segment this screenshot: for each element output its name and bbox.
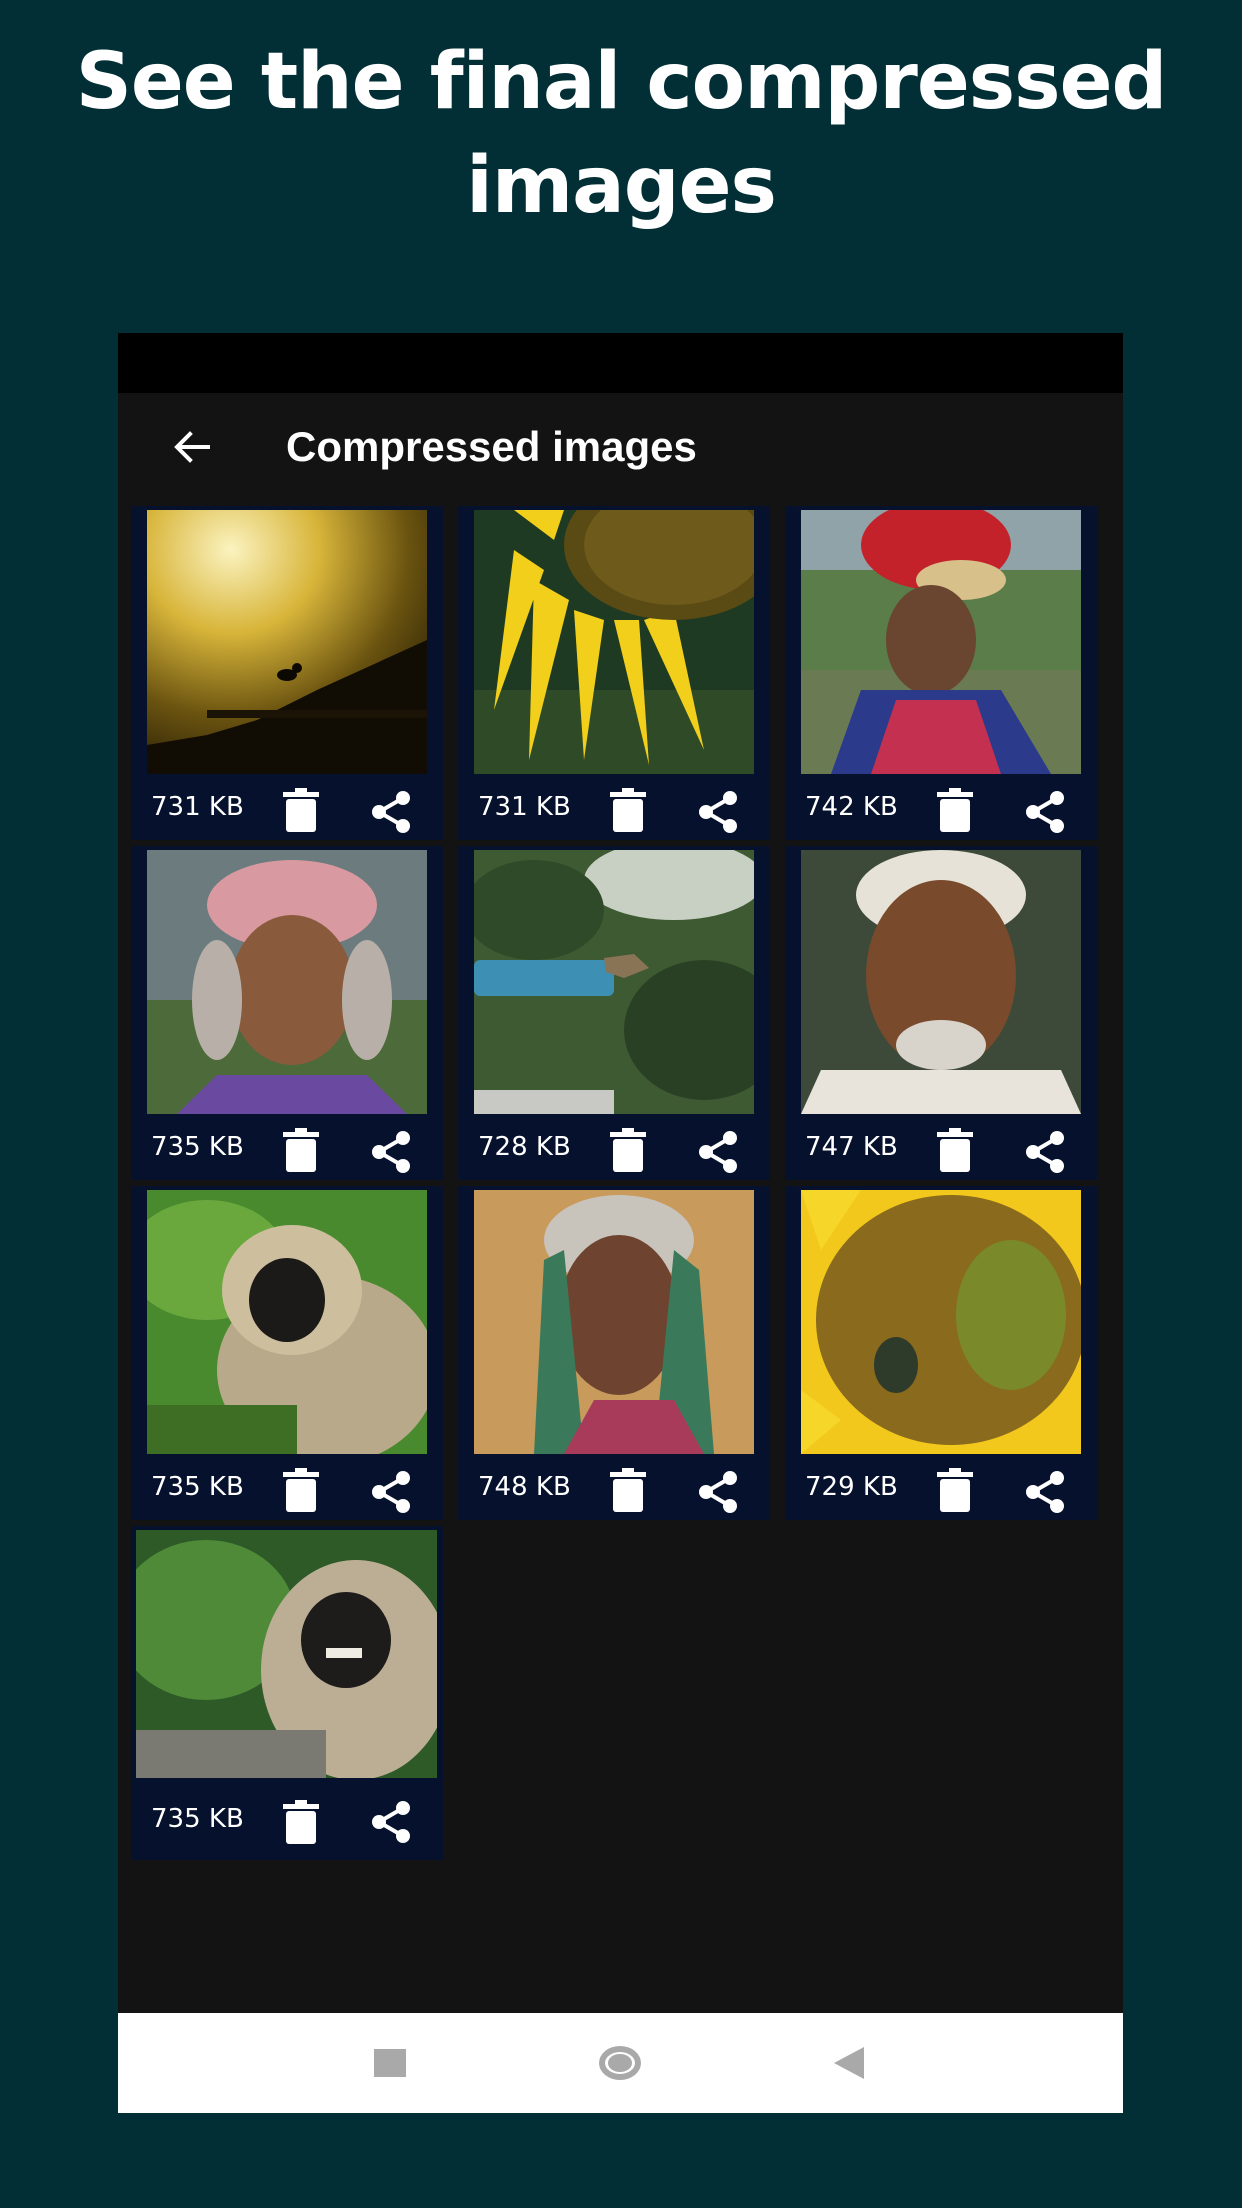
image-card: 735 KB <box>131 846 443 1180</box>
trash-icon[interactable] <box>935 788 975 832</box>
share-icon[interactable] <box>694 788 742 836</box>
image-thumbnail[interactable] <box>801 850 1081 1114</box>
image-card: 748 KB <box>458 1186 770 1520</box>
share-icon[interactable] <box>694 1468 742 1516</box>
trash-icon[interactable] <box>608 1468 648 1512</box>
trash-icon[interactable] <box>935 1468 975 1512</box>
share-icon[interactable] <box>694 1128 742 1176</box>
card-footer: 735 KB <box>131 1778 443 1860</box>
card-footer: 731 KB <box>131 774 443 840</box>
image-thumbnail[interactable] <box>147 850 427 1114</box>
image-thumbnail[interactable] <box>474 510 754 774</box>
image-card: 729 KB <box>785 1186 1097 1520</box>
share-icon[interactable] <box>367 788 415 836</box>
card-footer: 735 KB <box>131 1114 443 1180</box>
app-bar: Compressed images <box>118 393 1123 501</box>
file-size: 735 KB <box>151 1132 244 1162</box>
file-size: 728 KB <box>478 1132 571 1162</box>
image-card: 742 KB <box>785 506 1097 840</box>
image-grid: 731 KB 731 KB 742 KB 735 KB 728 KB 747 K… <box>131 506 1111 1906</box>
share-icon[interactable] <box>1021 1128 1069 1176</box>
file-size: 735 KB <box>151 1804 244 1834</box>
trash-icon[interactable] <box>608 788 648 832</box>
file-size: 748 KB <box>478 1472 571 1502</box>
arrow-left-icon <box>174 431 210 463</box>
triangle-back-icon[interactable] <box>830 2043 870 2083</box>
headline-line-2: images <box>466 141 777 231</box>
card-footer: 731 KB <box>458 774 770 840</box>
system-nav-bar <box>118 2013 1123 2113</box>
headline-line-1: See the final compressed <box>75 37 1168 127</box>
file-size: 731 KB <box>151 792 244 822</box>
image-thumbnail[interactable] <box>474 1190 754 1454</box>
card-footer: 747 KB <box>785 1114 1097 1180</box>
card-footer: 735 KB <box>131 1454 443 1520</box>
phone-screen: Compressed images 731 KB 731 KB 742 KB 7… <box>118 333 1123 2113</box>
trash-icon[interactable] <box>281 1800 321 1844</box>
share-icon[interactable] <box>1021 1468 1069 1516</box>
file-size: 729 KB <box>805 1472 898 1502</box>
image-card: 731 KB <box>458 506 770 840</box>
trash-icon[interactable] <box>281 1128 321 1172</box>
share-icon[interactable] <box>367 1468 415 1516</box>
trash-icon[interactable] <box>935 1128 975 1172</box>
image-card: 735 KB <box>131 1526 443 1860</box>
share-icon[interactable] <box>1021 788 1069 836</box>
page-title: Compressed images <box>286 423 697 470</box>
image-thumbnail[interactable] <box>147 1190 427 1454</box>
headline: See the final compressed images <box>0 30 1242 238</box>
file-size: 742 KB <box>805 792 898 822</box>
image-card: 735 KB <box>131 1186 443 1520</box>
file-size: 731 KB <box>478 792 571 822</box>
card-footer: 728 KB <box>458 1114 770 1180</box>
card-footer: 729 KB <box>785 1454 1097 1520</box>
file-size: 735 KB <box>151 1472 244 1502</box>
share-icon[interactable] <box>367 1798 415 1846</box>
square-icon[interactable] <box>370 2043 410 2083</box>
file-size: 747 KB <box>805 1132 898 1162</box>
status-bar <box>118 333 1123 393</box>
back-button[interactable] <box>162 417 222 477</box>
image-card: 731 KB <box>131 506 443 840</box>
image-thumbnail[interactable] <box>801 1190 1081 1454</box>
trash-icon[interactable] <box>608 1128 648 1172</box>
circle-icon[interactable] <box>596 2043 644 2083</box>
trash-icon[interactable] <box>281 1468 321 1512</box>
trash-icon[interactable] <box>281 788 321 832</box>
image-card: 747 KB <box>785 846 1097 1180</box>
image-thumbnail[interactable] <box>474 850 754 1114</box>
card-footer: 748 KB <box>458 1454 770 1520</box>
card-footer: 742 KB <box>785 774 1097 840</box>
image-thumbnail[interactable] <box>801 510 1081 774</box>
image-thumbnail[interactable] <box>147 510 427 774</box>
image-thumbnail[interactable] <box>136 1530 437 1778</box>
share-icon[interactable] <box>367 1128 415 1176</box>
image-card: 728 KB <box>458 846 770 1180</box>
